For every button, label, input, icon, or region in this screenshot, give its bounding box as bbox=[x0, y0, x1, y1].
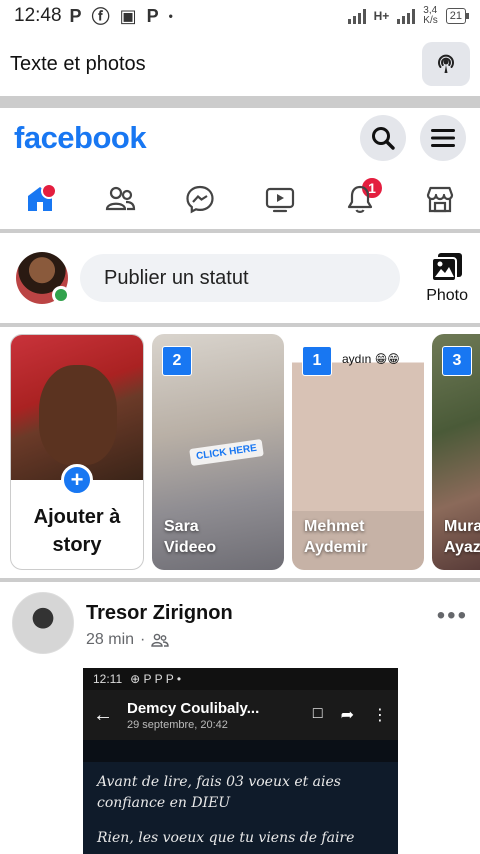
main-nav: 1 6 bbox=[0, 170, 480, 228]
signal-icon-2 bbox=[397, 8, 416, 24]
bookmark-icon: □ bbox=[312, 705, 323, 722]
tab-messenger[interactable]: 1 bbox=[160, 170, 384, 228]
story-card[interactable]: CLICK HERE 2 Sara Videeo bbox=[152, 334, 284, 570]
nav-divider bbox=[0, 229, 480, 233]
messenger-icon bbox=[186, 185, 214, 214]
podcast-button[interactable] bbox=[422, 42, 470, 86]
create-story-card[interactable]: + Ajouter à story bbox=[10, 334, 144, 570]
shared-chat-date: 29 septembre, 20:42 bbox=[127, 718, 228, 731]
friends-icon bbox=[105, 186, 136, 211]
create-story-photo bbox=[11, 335, 143, 480]
shared-icons: ⊕ P P P • bbox=[130, 672, 182, 686]
status-time: 12:48 bbox=[14, 5, 62, 26]
net-speed-unit: K/s bbox=[423, 15, 438, 26]
post-author-avatar[interactable] bbox=[12, 592, 74, 654]
add-story-plus-icon[interactable]: + bbox=[61, 464, 93, 496]
story-card[interactable]: 3 Murat Ayaz bbox=[432, 334, 480, 570]
tab-watch[interactable]: 6 bbox=[240, 170, 320, 228]
shared-message-line: confiance en DIEU bbox=[97, 795, 231, 811]
story-count-badge: 3 bbox=[442, 346, 472, 376]
podcast-icon bbox=[438, 54, 454, 73]
story-author: Murat Ayaz bbox=[444, 518, 480, 556]
status-composer: Publier un statut Photo bbox=[0, 234, 480, 322]
share-icon: ➦ bbox=[340, 707, 354, 724]
tab-friends[interactable] bbox=[80, 170, 160, 228]
composer-divider bbox=[0, 323, 480, 327]
signal-icon bbox=[347, 8, 366, 24]
status-bar: 12:48 P ⓕ ▣ P • H+ 3,4 K/s 21 bbox=[0, 0, 480, 32]
shared-status-bar: 12:11 ⊕ P P P • bbox=[83, 668, 398, 690]
marketplace-icon bbox=[426, 186, 454, 213]
post-time[interactable]: 28 min bbox=[86, 631, 134, 649]
browser-top-bar: Texte et photos bbox=[0, 32, 480, 96]
post-image[interactable]: 12:11 ⊕ P P P • ← Demcy Coulibaly... 29 … bbox=[83, 668, 398, 854]
profile-photo bbox=[39, 365, 117, 465]
battery-icon: 21 bbox=[445, 8, 470, 24]
more-vertical-icon: ⋮ bbox=[372, 707, 388, 724]
top-divider bbox=[0, 96, 480, 108]
tab-marketplace[interactable] bbox=[400, 170, 480, 228]
hamburger-menu-icon bbox=[431, 129, 455, 147]
shared-actions: □ ➦ ⋮ bbox=[313, 705, 388, 725]
shared-band bbox=[83, 740, 398, 762]
post-more-button[interactable]: ••• bbox=[437, 592, 468, 630]
create-story-label: Ajouter à story bbox=[33, 506, 121, 556]
post-header: Tresor Zirignon 28 min · ••• bbox=[0, 592, 480, 662]
header-buttons bbox=[360, 115, 466, 161]
story-author: Mehmet Aydemir bbox=[304, 518, 368, 556]
stories-row: + Ajouter à story CLICK HERE 2 Sara Vide… bbox=[10, 334, 480, 570]
shared-time: 12:11 bbox=[93, 672, 123, 686]
status-right: H+ 3,4 K/s 21 bbox=[347, 6, 470, 26]
facebook-notification-icon: ⓕ bbox=[91, 7, 110, 27]
story-author: Sara Videeo bbox=[164, 518, 217, 556]
story-overlay-text: aydın 😁😁 bbox=[342, 352, 400, 366]
search-icon bbox=[372, 127, 395, 150]
photo-button[interactable]: Photo bbox=[426, 251, 468, 305]
shared-message-line: Rien, les voeux que tu viens de faire bbox=[97, 830, 355, 846]
tab-notifications[interactable] bbox=[320, 170, 400, 228]
shared-chat-info: Demcy Coulibaly... 29 septembre, 20:42 bbox=[127, 700, 259, 731]
bell-icon bbox=[347, 185, 373, 213]
menu-button[interactable] bbox=[420, 115, 466, 161]
profile-avatar[interactable] bbox=[16, 252, 70, 304]
back-arrow-icon: ← bbox=[93, 703, 113, 726]
shared-app-bar: ← Demcy Coulibaly... 29 septembre, 20:42… bbox=[83, 690, 398, 740]
pinterest-notification-icon: P bbox=[69, 5, 82, 26]
post-subline: 28 min · bbox=[86, 631, 233, 649]
status-input[interactable]: Publier un statut bbox=[80, 254, 400, 302]
story-card[interactable]: aydın 😁😁 1 Mehmet Aydemir bbox=[292, 334, 424, 570]
shared-message-line: Avant de lire, fais 03 voeux et aies bbox=[97, 774, 341, 790]
shared-message: Avant de lire, fais 03 voeux et aies con… bbox=[83, 762, 398, 854]
search-button[interactable] bbox=[360, 115, 406, 161]
story-count-badge: 1 bbox=[302, 346, 332, 376]
net-speed: 3,4 K/s bbox=[423, 6, 437, 26]
post-separator: · bbox=[140, 631, 146, 648]
network-type: H+ bbox=[373, 9, 390, 23]
more-notifications-dot: • bbox=[168, 9, 173, 23]
watch-icon bbox=[265, 187, 295, 213]
facebook-logo[interactable]: facebook bbox=[14, 120, 147, 156]
friends-audience-icon bbox=[151, 633, 170, 647]
photo-label: Photo bbox=[426, 287, 468, 304]
stories-divider bbox=[0, 578, 480, 582]
page-title: Texte et photos bbox=[10, 52, 146, 75]
post-meta: Tresor Zirignon 28 min · bbox=[86, 592, 233, 649]
story-count-badge: 2 bbox=[162, 346, 192, 376]
facebook-mobile-page: 12:48 P ⓕ ▣ P • H+ 3,4 K/s 21 Texte et p… bbox=[0, 0, 480, 854]
shared-chat-name: Demcy Coulibaly... bbox=[127, 699, 260, 717]
facebook-header: facebook bbox=[0, 108, 480, 168]
photo-gallery-icon bbox=[431, 253, 463, 282]
online-indicator bbox=[52, 286, 70, 304]
home-icon bbox=[28, 183, 57, 211]
post-author-name[interactable]: Tresor Zirignon bbox=[86, 602, 233, 625]
tab-home[interactable] bbox=[0, 170, 80, 228]
gallery-notification-icon: ▣ bbox=[119, 5, 137, 26]
pinterest-notification-icon-2: P bbox=[146, 5, 159, 26]
